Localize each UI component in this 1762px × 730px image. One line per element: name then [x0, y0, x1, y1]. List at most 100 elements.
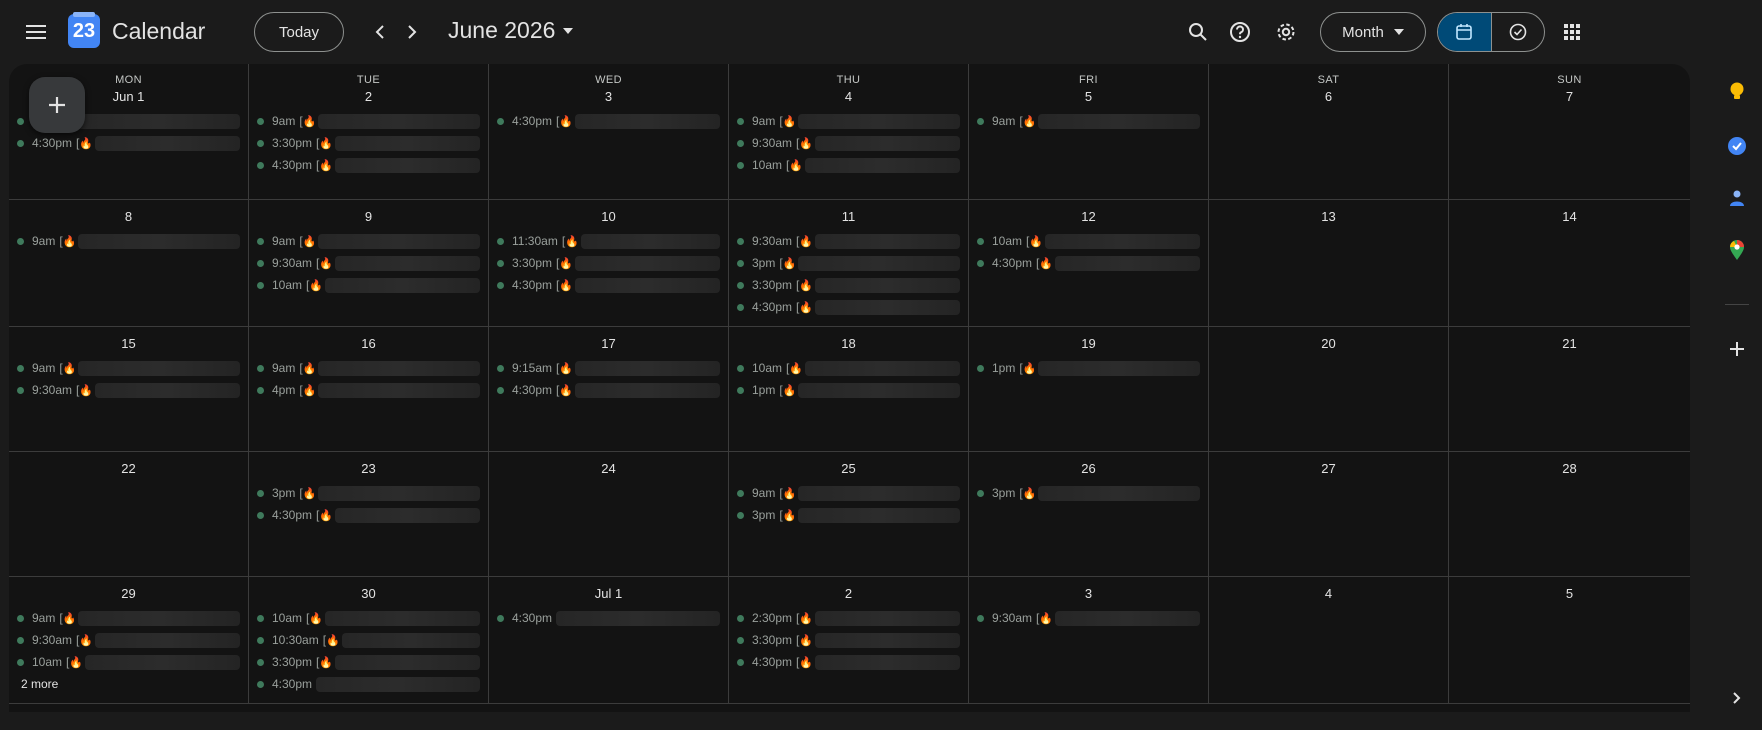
day-number[interactable]: 12 [969, 208, 1208, 230]
event-chip[interactable]: 3pm[🔥 [733, 504, 964, 526]
day-number[interactable]: 18 [729, 335, 968, 357]
day-number[interactable]: 10 [489, 208, 728, 230]
day-number[interactable]: 16 [249, 335, 488, 357]
event-chip[interactable]: 4:30pm[🔥 [733, 651, 964, 673]
day-cell[interactable]: 2 2:30pm[🔥 3:30pm[🔥 4:30pm[🔥 [729, 577, 969, 703]
day-number[interactable]: 20 [1209, 335, 1448, 357]
event-chip[interactable]: 3:30pm[🔥 [733, 629, 964, 651]
day-cell[interactable]: 22 [9, 452, 249, 576]
day-cell[interactable]: FRI 5 9am[🔥 [969, 64, 1209, 199]
event-chip[interactable]: 10am[🔥 [733, 357, 964, 379]
day-number[interactable]: 30 [249, 585, 488, 607]
event-chip[interactable]: 4:30pm[🔥 [493, 110, 724, 132]
event-chip[interactable]: 3:30pm[🔥 [253, 651, 484, 673]
event-chip[interactable]: 1pm[🔥 [733, 379, 964, 401]
contacts-button[interactable] [1717, 178, 1757, 218]
day-cell[interactable]: 28 [1449, 452, 1690, 576]
day-cell[interactable]: 14 [1449, 200, 1690, 326]
day-cell[interactable]: WED 3 4:30pm[🔥 [489, 64, 729, 199]
day-number[interactable]: 4 [729, 88, 968, 110]
event-chip[interactable]: 9:30am[🔥 [13, 379, 244, 401]
event-chip[interactable]: 4:30pm[🔥 [493, 379, 724, 401]
event-chip[interactable]: 4:30pm[🔥 [13, 132, 244, 154]
day-cell[interactable]: THU 4 9am[🔥 9:30am[🔥 10am[🔥 [729, 64, 969, 199]
event-chip[interactable]: 11:30am[🔥 [493, 230, 724, 252]
day-cell[interactable]: 3 9:30am[🔥 [969, 577, 1209, 703]
event-chip[interactable]: 9:15am[🔥 [493, 357, 724, 379]
day-number[interactable]: 24 [489, 460, 728, 482]
tasks-view-toggle[interactable] [1490, 13, 1544, 51]
main-menu-button[interactable] [16, 12, 56, 52]
day-cell[interactable]: 12 10am[🔥 4:30pm[🔥 [969, 200, 1209, 326]
calendar-view-toggle[interactable] [1438, 13, 1491, 51]
day-cell[interactable]: 18 10am[🔥 1pm[🔥 [729, 327, 969, 451]
day-cell[interactable]: 17 9:15am[🔥 4:30pm[🔥 [489, 327, 729, 451]
day-number[interactable]: 14 [1449, 208, 1690, 230]
event-chip[interactable]: 9:30am[🔥 [253, 252, 484, 274]
day-number[interactable]: 9 [249, 208, 488, 230]
event-chip[interactable]: 3:30pm[🔥 [733, 274, 964, 296]
day-cell[interactable]: 29 9am[🔥 9:30am[🔥 10am[🔥 2 more [9, 577, 249, 703]
today-button[interactable]: Today [254, 12, 344, 52]
next-period-button[interactable] [392, 12, 432, 52]
day-number[interactable]: 2 [249, 88, 488, 110]
event-chip[interactable]: 9am[🔥 [253, 110, 484, 132]
day-number[interactable]: 25 [729, 460, 968, 482]
event-chip[interactable]: 3:30pm[🔥 [493, 252, 724, 274]
event-chip[interactable]: 3:30pm[🔥 [253, 132, 484, 154]
event-chip[interactable]: 2:30pm[🔥 [733, 607, 964, 629]
day-cell[interactable]: 13 [1209, 200, 1449, 326]
day-cell[interactable]: 15 9am[🔥 9:30am[🔥 [9, 327, 249, 451]
day-number[interactable]: 13 [1209, 208, 1448, 230]
day-cell[interactable]: SUN 7 [1449, 64, 1690, 199]
event-chip[interactable]: 9am[🔥 [973, 110, 1204, 132]
day-cell[interactable]: 23 3pm[🔥 4:30pm[🔥 [249, 452, 489, 576]
keep-button[interactable] [1717, 72, 1757, 112]
day-cell[interactable]: 5 [1449, 577, 1690, 703]
day-number[interactable]: 27 [1209, 460, 1448, 482]
day-number[interactable]: 21 [1449, 335, 1690, 357]
day-cell[interactable]: 8 9am[🔥 [9, 200, 249, 326]
view-selector[interactable]: Month [1320, 12, 1426, 52]
event-chip[interactable]: 3pm[🔥 [973, 482, 1204, 504]
more-events-link[interactable]: 2 more [13, 673, 244, 695]
day-cell[interactable]: 26 3pm[🔥 [969, 452, 1209, 576]
day-number[interactable]: 11 [729, 208, 968, 230]
event-chip[interactable]: 10am[🔥 [733, 154, 964, 176]
event-chip[interactable]: 4:30pm[🔥 [253, 504, 484, 526]
event-chip[interactable]: 9am[🔥 [13, 230, 244, 252]
day-cell[interactable]: 21 [1449, 327, 1690, 451]
day-number[interactable]: 15 [9, 335, 248, 357]
event-chip[interactable]: 9am[🔥 [733, 482, 964, 504]
event-chip[interactable]: 9:30am[🔥 [973, 607, 1204, 629]
search-button[interactable] [1178, 12, 1218, 52]
event-chip[interactable]: 9am[🔥 [253, 357, 484, 379]
day-cell[interactable]: 9 9am[🔥 9:30am[🔥 10am[🔥 [249, 200, 489, 326]
event-chip[interactable]: 4:30pm[🔥 [973, 252, 1204, 274]
day-cell[interactable]: 19 1pm[🔥 [969, 327, 1209, 451]
day-cell[interactable]: 10 11:30am[🔥 3:30pm[🔥 4:30pm[🔥 [489, 200, 729, 326]
event-chip[interactable]: 9am[🔥 [13, 607, 244, 629]
day-number[interactable]: 6 [1209, 88, 1448, 110]
event-chip[interactable]: 10:30am[🔥 [253, 629, 484, 651]
create-event-button[interactable] [29, 77, 85, 133]
event-chip[interactable]: 10am[🔥 [973, 230, 1204, 252]
day-number[interactable]: Jul 1 [489, 585, 728, 607]
settings-button[interactable] [1266, 12, 1306, 52]
day-number[interactable]: 23 [249, 460, 488, 482]
day-cell[interactable]: 25 9am[🔥 3pm[🔥 [729, 452, 969, 576]
day-number[interactable]: 29 [9, 585, 248, 607]
event-chip[interactable]: 10am[🔥 [253, 607, 484, 629]
event-chip[interactable]: 10am[🔥 [253, 274, 484, 296]
event-chip[interactable]: 9am[🔥 [733, 110, 964, 132]
maps-button[interactable] [1717, 230, 1757, 270]
day-number[interactable]: 2 [729, 585, 968, 607]
day-number[interactable]: 19 [969, 335, 1208, 357]
day-number[interactable]: 5 [969, 88, 1208, 110]
get-add-ons-button[interactable] [1717, 329, 1757, 369]
event-chip[interactable]: 3pm[🔥 [253, 482, 484, 504]
event-chip[interactable]: 9:30am[🔥 [13, 629, 244, 651]
event-chip[interactable]: 9am[🔥 [13, 357, 244, 379]
tasks-button[interactable] [1717, 126, 1757, 166]
event-chip[interactable]: 9am[🔥 [253, 230, 484, 252]
